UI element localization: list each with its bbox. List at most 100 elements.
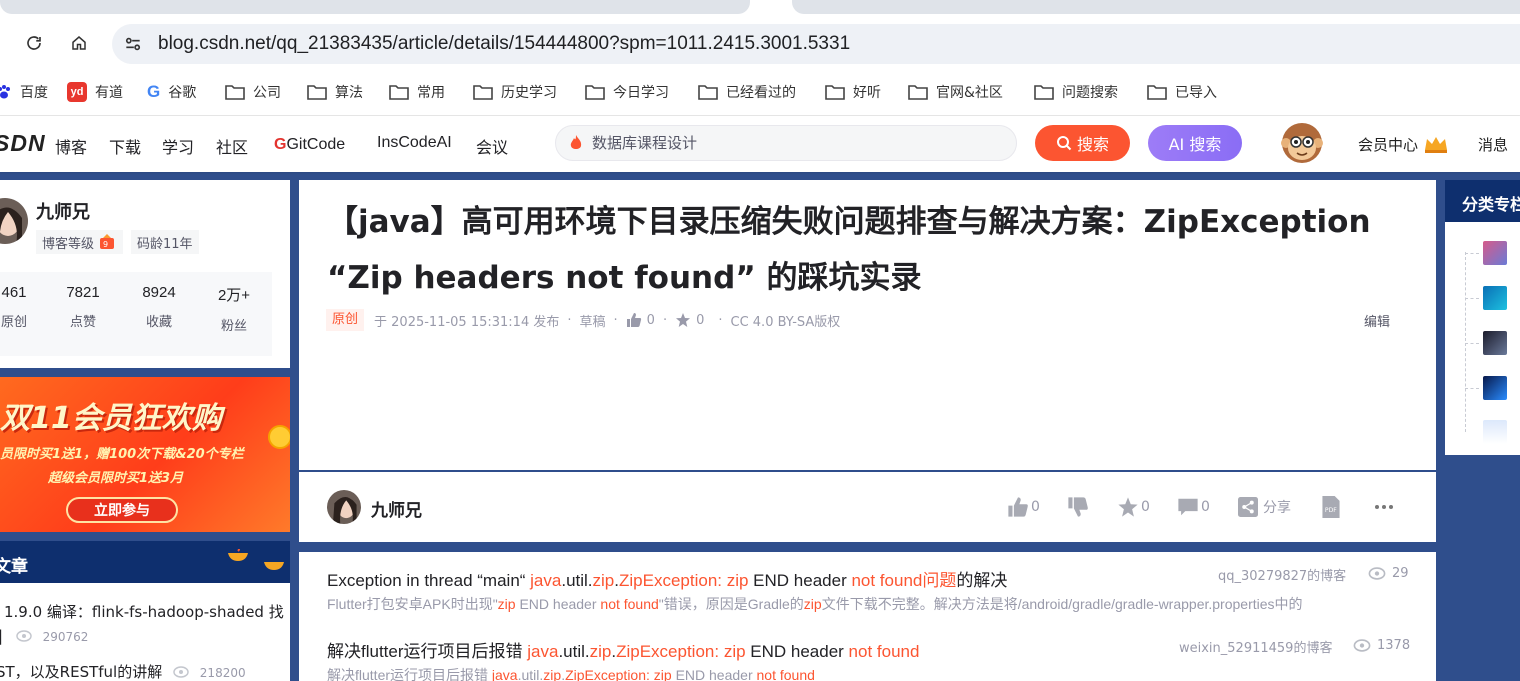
favorite-button[interactable]: 0 <box>1117 496 1150 518</box>
url-text[interactable]: blog.csdn.net/qq_21383435/article/detail… <box>158 33 850 55</box>
thumbs-up-icon <box>1008 497 1028 517</box>
home-icon <box>72 36 86 50</box>
category-column-panel: 分类专栏 <box>1445 180 1520 455</box>
vip-center[interactable]: 会员中心 <box>1358 134 1449 155</box>
folder-icon <box>1147 84 1167 100</box>
promo-line-1: 员限时买1送1，赠100次下载&20个专栏 <box>0 447 244 462</box>
stat-label: 收藏 <box>145 315 172 330</box>
pdf-button[interactable]: PDF <box>1322 496 1342 518</box>
thumbs-up-icon[interactable] <box>626 312 642 328</box>
bookmark-folder[interactable]: 好听 <box>825 80 881 104</box>
column-thumbnail[interactable] <box>1483 331 1507 355</box>
nav-meeting[interactable]: 会议 <box>476 134 508 158</box>
related-desc-1[interactable]: 解决flutter运行项目后报错 java.util.zip.ZipExcept… <box>327 665 1412 681</box>
home-button[interactable] <box>62 26 96 60</box>
desc-highlight: not found <box>756 667 815 681</box>
author-name[interactable]: 九师兄 <box>371 496 422 521</box>
column-thumbnail[interactable] <box>1483 286 1507 310</box>
related-title-1[interactable]: 解决flutter运行项目后报错 java.util.zip.ZipExcept… <box>327 637 919 662</box>
column-thumbnail[interactable] <box>1483 420 1507 444</box>
bookmark-folder[interactable]: 官网&社区 <box>908 80 1003 104</box>
bookmark-google[interactable]: G 谷歌 <box>147 80 196 104</box>
author-avatar[interactable] <box>327 490 361 524</box>
user-avatar[interactable] <box>1280 121 1324 165</box>
search-button[interactable]: 搜索 <box>1035 125 1130 161</box>
ai-search-button[interactable]: AI 搜索 <box>1148 125 1242 161</box>
like-count: 0 <box>646 312 655 328</box>
comment-button[interactable]: 0 <box>1177 496 1210 518</box>
more-button[interactable] <box>1373 496 1397 518</box>
reload-button[interactable] <box>17 26 51 60</box>
title-text: 解决flutter运行项目后报错 <box>327 642 528 661</box>
hot-article-item[interactable]: 1.9.0 编译：flink-fs-hadoop-shaded 找 <box>0 601 290 622</box>
related-views-1: 1378 <box>1353 638 1410 653</box>
vip-promo-banner[interactable]: 双11会员狂欢购 员限时买1送1，赠100次下载&20个专栏 超级会员限时买1送… <box>0 377 290 532</box>
meta-separator: · <box>718 312 723 328</box>
share-button[interactable]: 分享 <box>1238 496 1291 518</box>
related-views-0: 29 <box>1368 566 1409 581</box>
csdn-logo[interactable]: SDN <box>0 130 46 157</box>
dislike-button[interactable] <box>1067 496 1091 518</box>
nav-learn[interactable]: 学习 <box>162 134 194 158</box>
messages-link[interactable]: 消息 <box>1478 134 1508 155</box>
coding-age-badge: 码龄11年 <box>131 230 199 254</box>
title-highlight: ZipException: zip <box>616 642 746 661</box>
related-source-1[interactable]: weixin_52911459的博客 <box>1179 637 1332 656</box>
column-thumbnail[interactable] <box>1483 376 1507 400</box>
edit-link[interactable]: 编辑 <box>1364 311 1390 330</box>
site-info-button[interactable] <box>118 30 148 58</box>
bookmark-folder[interactable]: 历史学习 <box>473 80 557 104</box>
related-title-0[interactable]: Exception in thread “main“ java.util.zip… <box>327 566 1007 591</box>
timeline-tick <box>1465 298 1479 299</box>
column-thumbnail[interactable] <box>1483 241 1507 265</box>
view-count: 1378 <box>1377 638 1411 653</box>
meta-separator: · <box>613 312 618 328</box>
bookmark-youdao[interactable]: yd 有道 <box>67 80 123 104</box>
stat-value: 8924 <box>142 284 176 301</box>
nav-blog[interactable]: 博客 <box>55 134 87 158</box>
eye-icon <box>1353 639 1371 652</box>
stat-label: 点赞 <box>69 315 96 330</box>
bookmark-folder[interactable]: 今日学习 <box>585 80 669 104</box>
vip-label: 会员中心 <box>1358 136 1419 154</box>
bookmark-folder[interactable]: 已导入 <box>1147 80 1217 104</box>
browser-tab[interactable] <box>0 0 750 14</box>
hot-article-bar: | <box>0 627 4 645</box>
stat-likes[interactable]: 7821 点赞 <box>53 284 113 330</box>
stat-fans[interactable]: 2万+ 粉丝 <box>204 284 264 334</box>
bookmark-label: 常用 <box>417 85 445 101</box>
nav-community[interactable]: 社区 <box>216 134 248 158</box>
star-icon[interactable] <box>675 312 691 328</box>
bookmarks-bar: 百度 yd 有道 G 谷歌 公司 算法 常用 历史学习 今日学习 已经看过的 好… <box>0 70 1520 116</box>
related-source-0[interactable]: qq_30279827的博客 <box>1218 565 1346 584</box>
hot-article-item[interactable]: ST，以及RESTful的讲解 218200 <box>0 661 290 681</box>
license-text[interactable]: CC 4.0 BY-SA版权 <box>731 311 841 330</box>
bookmark-folder[interactable]: 问题搜索 <box>1034 80 1118 104</box>
bookmark-baidu[interactable]: 百度 <box>0 80 48 104</box>
nav-inscodeai[interactable]: InsCodeAI <box>377 134 452 152</box>
folder-icon <box>225 84 245 100</box>
promo-join-button[interactable]: 立即参与 <box>66 497 178 523</box>
author-avatar[interactable] <box>0 198 28 244</box>
bookmark-label: 公司 <box>253 85 281 101</box>
like-button[interactable]: 0 <box>1007 496 1040 518</box>
blog-level-label: 博客等级 <box>42 236 95 252</box>
related-desc-0[interactable]: Flutter打包安卓APK时出现"zip END header not fou… <box>327 594 1412 614</box>
folder-icon <box>698 84 718 100</box>
hot-article-views: 290762 <box>42 630 89 644</box>
stat-original[interactable]: 461 原创 <box>0 284 44 330</box>
title-text: .util. <box>558 642 590 661</box>
nav-download[interactable]: 下载 <box>109 134 141 158</box>
nav-gitcode-label: GitCode <box>286 136 346 153</box>
bookmark-folder[interactable]: 常用 <box>389 80 445 104</box>
author-name[interactable]: 九师兄 <box>36 198 90 224</box>
browser-tab[interactable] <box>792 0 1520 14</box>
stat-favorites[interactable]: 8924 收藏 <box>129 284 189 330</box>
bookmark-folder[interactable]: 已经看过的 <box>698 80 796 104</box>
bookmark-folder[interactable]: 公司 <box>225 80 281 104</box>
address-bar[interactable]: blog.csdn.net/qq_21383435/article/detail… <box>112 24 1520 64</box>
hot-article-item[interactable]: | 290762 <box>0 627 290 645</box>
bookmark-folder[interactable]: 算法 <box>307 80 363 104</box>
nav-gitcode[interactable]: GGitCode <box>274 134 345 154</box>
search-input[interactable] <box>592 132 992 154</box>
